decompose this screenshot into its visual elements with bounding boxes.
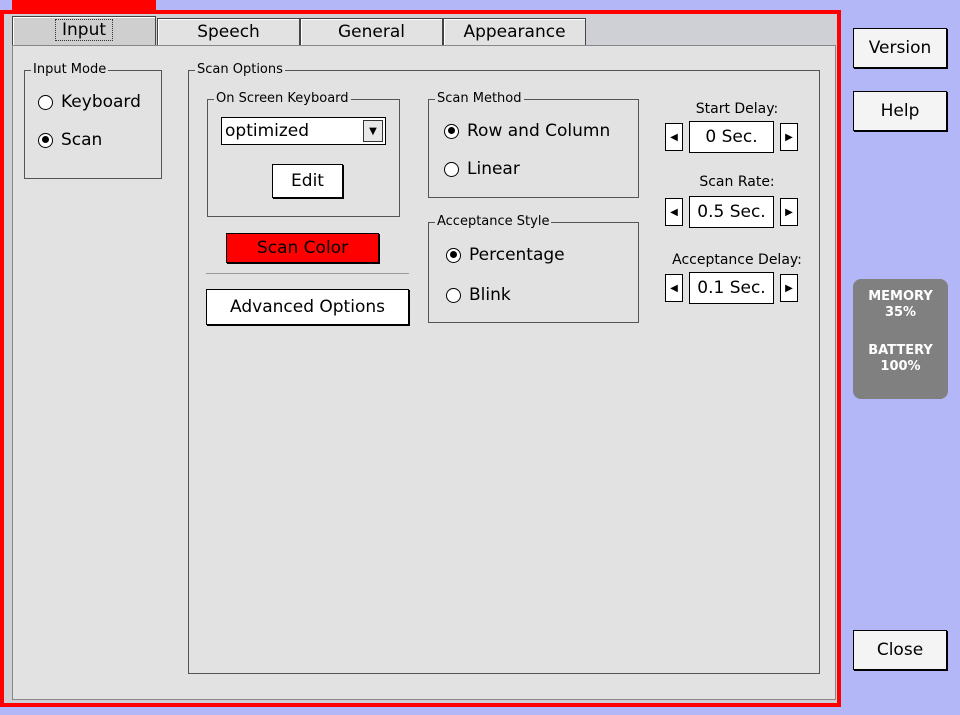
keyboard-layout-select[interactable]: optimized ▼: [221, 117, 386, 145]
tab-general-label: General: [338, 22, 405, 42]
start-delay-value: 0 Sec.: [689, 121, 774, 153]
keyboard-layout-value: optimized: [225, 121, 310, 141]
tab-appearance-label: Appearance: [463, 22, 566, 42]
tab-input-label: Input: [54, 19, 114, 41]
advanced-options-label: Advanced Options: [230, 297, 385, 317]
start-delay-spinner: ◀ 0 Sec. ▶: [665, 121, 798, 153]
edit-keyboard-button[interactable]: Edit: [272, 164, 343, 198]
linear-label: Linear: [467, 159, 520, 179]
scan-color-label: Scan Color: [256, 238, 349, 258]
input-mode-legend: Input Mode: [31, 62, 109, 78]
acceptance-delay-spinner: ◀ 0.1 Sec. ▶: [665, 272, 798, 304]
input-mode-group: Input Mode: [24, 62, 162, 179]
input-mode-scan-radio[interactable]: Scan: [38, 128, 102, 152]
battery-value: 100%: [880, 359, 921, 374]
acceptance-delay-value: 0.1 Sec.: [689, 272, 774, 304]
close-button[interactable]: Close: [853, 630, 947, 670]
scan-rate-label: Scan Rate:: [699, 174, 775, 190]
start-delay-label: Start Delay:: [695, 101, 779, 117]
radio-unchecked-icon: [446, 287, 461, 303]
help-button[interactable]: Help: [853, 91, 947, 131]
acceptance-percentage-radio[interactable]: Percentage: [446, 243, 565, 267]
decrease-arrow-icon[interactable]: ◀: [665, 198, 683, 226]
scan-rate-value: 0.5 Sec.: [689, 196, 774, 228]
increase-arrow-icon[interactable]: ▶: [780, 123, 798, 151]
tab-input[interactable]: Input: [12, 16, 156, 46]
tab-speech-label: Speech: [197, 22, 260, 42]
acceptance-blink-radio[interactable]: Blink: [446, 283, 511, 307]
increase-arrow-icon[interactable]: ▶: [780, 274, 798, 302]
blink-label: Blink: [469, 285, 511, 305]
system-status-panel: MEMORY 35% BATTERY 100%: [853, 279, 948, 399]
row-column-label: Row and Column: [467, 121, 611, 141]
scan-rate-spinner: ◀ 0.5 Sec. ▶: [665, 196, 798, 228]
scan-radio-label: Scan: [61, 130, 103, 150]
version-button[interactable]: Version: [853, 28, 947, 68]
scan-method-legend: Scan Method: [435, 91, 524, 107]
scan-options-legend: Scan Options: [195, 62, 285, 78]
acceptance-style-legend: Acceptance Style: [435, 214, 552, 230]
decrease-arrow-icon[interactable]: ◀: [665, 274, 683, 302]
acceptance-style-group: Acceptance Style: [428, 214, 639, 323]
radio-checked-icon: [446, 247, 461, 263]
on-screen-keyboard-legend: On Screen Keyboard: [214, 91, 351, 107]
chevron-down-icon[interactable]: ▼: [363, 120, 383, 142]
scan-color-button[interactable]: Scan Color: [226, 233, 379, 263]
advanced-options-button[interactable]: Advanced Options: [206, 289, 409, 325]
version-label: Version: [868, 38, 932, 58]
acceptance-delay-label: Acceptance Delay:: [672, 252, 802, 268]
tab-speech[interactable]: Speech: [157, 18, 300, 46]
close-label: Close: [876, 640, 924, 660]
tab-general[interactable]: General: [300, 18, 443, 46]
help-label: Help: [880, 101, 920, 121]
increase-arrow-icon[interactable]: ▶: [780, 198, 798, 226]
scan-method-row-column-radio[interactable]: Row and Column: [444, 119, 610, 143]
radio-unchecked-icon: [444, 161, 459, 177]
scan-method-group: Scan Method: [428, 91, 639, 198]
radio-checked-icon: [38, 132, 53, 148]
tab-appearance[interactable]: Appearance: [443, 18, 586, 46]
radio-checked-icon: [444, 123, 459, 139]
keyboard-radio-label: Keyboard: [61, 92, 141, 112]
radio-unchecked-icon: [38, 94, 53, 110]
divider: [206, 273, 409, 274]
battery-label: BATTERY: [868, 343, 933, 358]
percentage-label: Percentage: [469, 245, 565, 265]
scan-method-linear-radio[interactable]: Linear: [444, 157, 520, 181]
decrease-arrow-icon[interactable]: ◀: [665, 123, 683, 151]
input-mode-keyboard-radio[interactable]: Keyboard: [38, 90, 141, 114]
memory-value: 35%: [884, 305, 917, 320]
memory-label: MEMORY: [868, 289, 933, 304]
edit-button-label: Edit: [291, 171, 324, 191]
